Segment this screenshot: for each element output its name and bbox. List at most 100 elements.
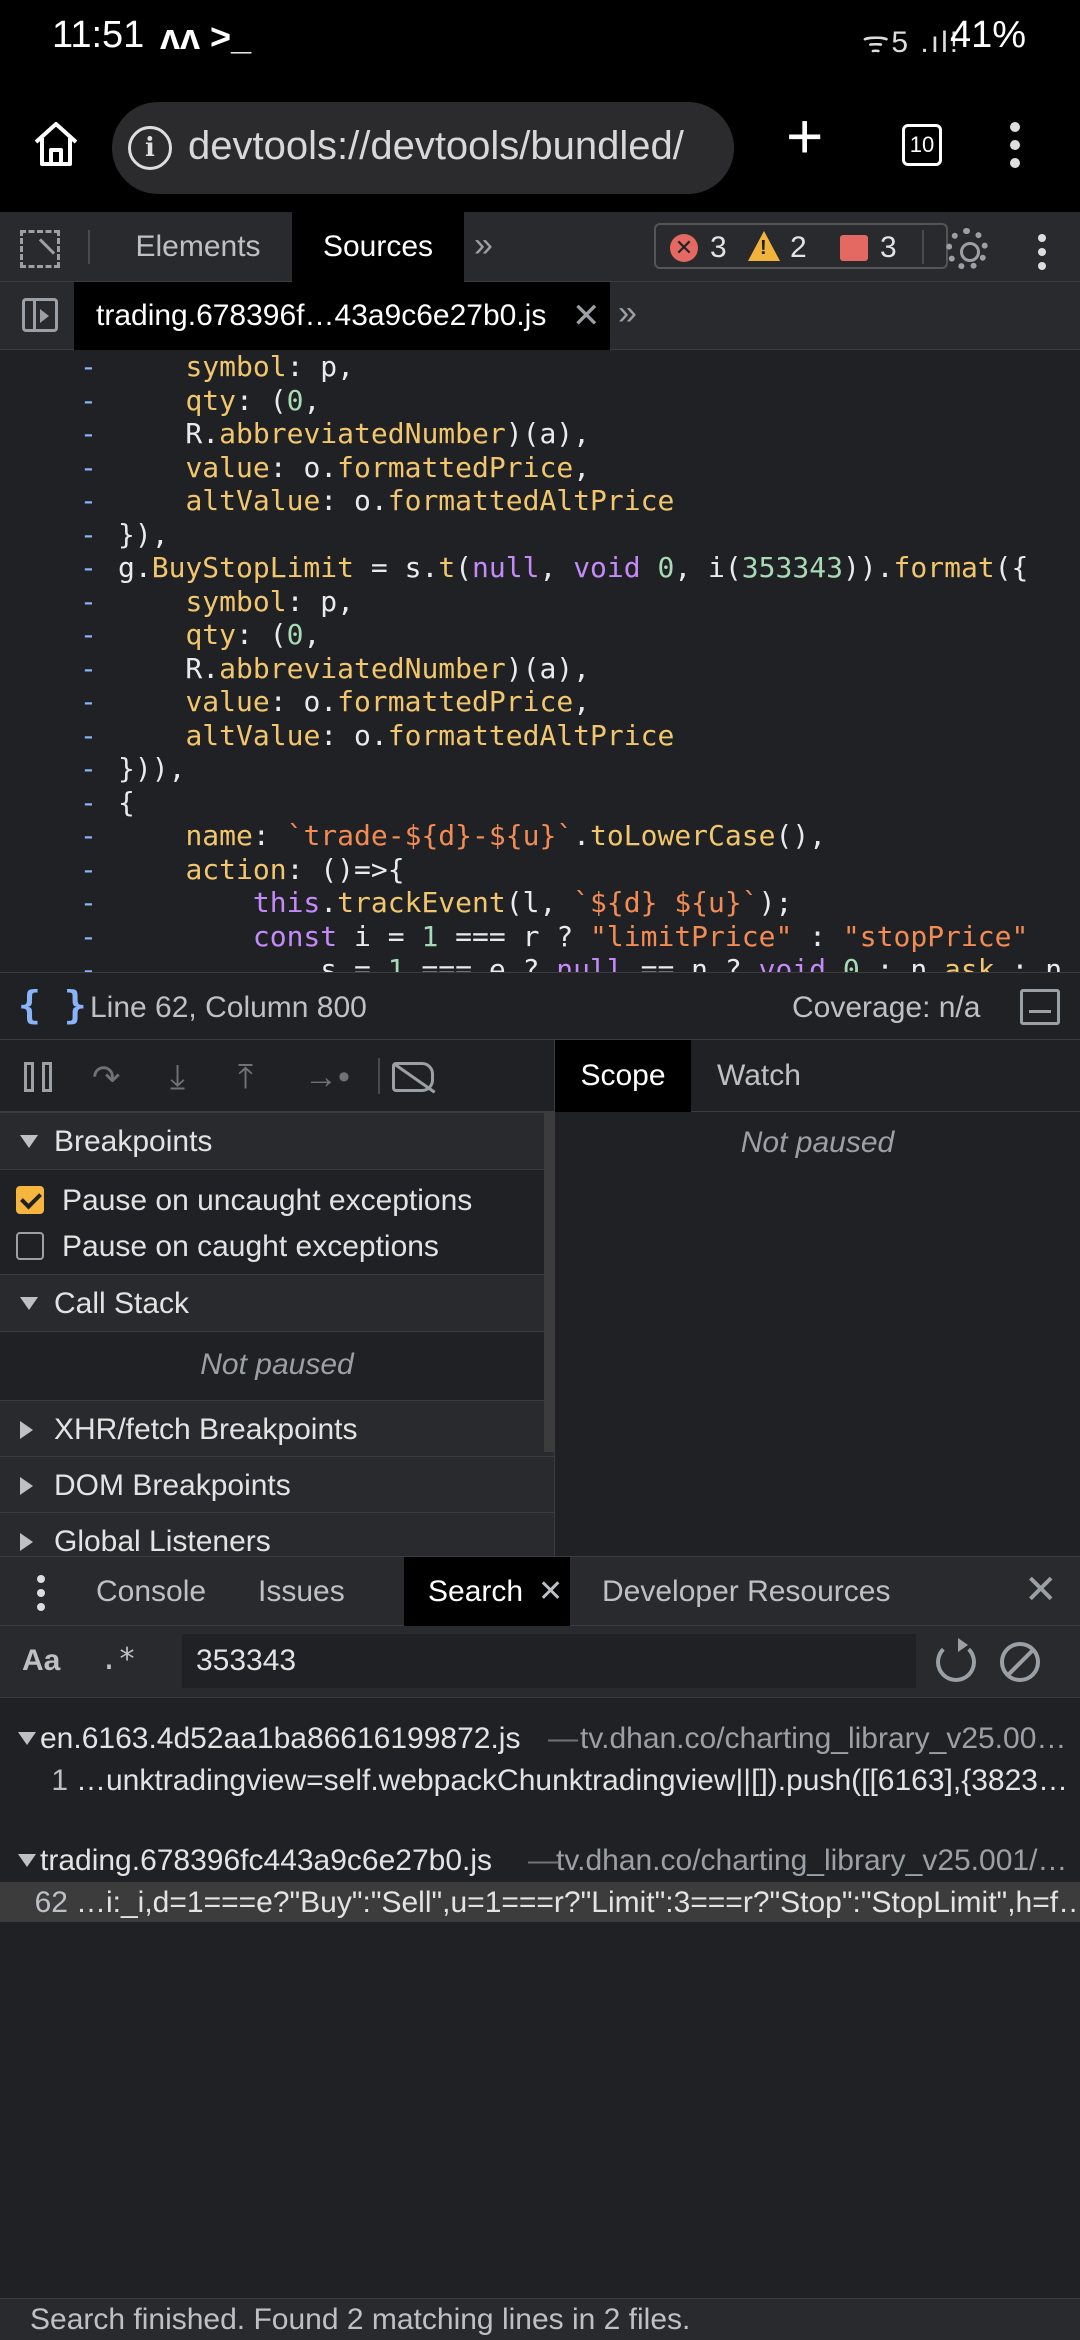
code-text: R.abbreviatedNumber)(a), [118, 417, 591, 450]
match-case-toggle[interactable]: Aa [22, 1644, 60, 1678]
search-summary: Search finished. Found 2 matching lines … [30, 2303, 691, 2336]
diff-marker: - [80, 685, 97, 718]
pause-uncaught-checkbox[interactable] [16, 1186, 44, 1214]
result-line-text: …unktradingview=self.webpackChunktrading… [76, 1764, 1068, 1797]
code-text: action: ()=>{ [185, 852, 405, 886]
coverage-status: Coverage: n/a [792, 991, 981, 1024]
tab-scope[interactable]: Scope [555, 1040, 691, 1112]
breakpoints-label: Breakpoints [54, 1125, 213, 1158]
code-text: , s = 1 === e ? null == n ? void 0 : n.a… [118, 953, 1063, 972]
url-text: devtools://devtools/bundled/ [188, 124, 684, 168]
issue-counters[interactable]: ✕ 3 ! 2 3 [654, 223, 948, 269]
result-file[interactable]: trading.678396fc443a9c6e27b0.js — tv.dha… [0, 1838, 1080, 1882]
tab-developer-resources[interactable]: Developer Resources [602, 1557, 890, 1627]
code-editor[interactable]: - symbol: p, - qty: (0, - R.abbreviatedNum… [0, 350, 1080, 972]
debugger-toolbar: ↷ ⤓ ⤒ →• [0, 1040, 554, 1112]
tab-search[interactable]: Search ✕ [404, 1557, 570, 1627]
code-text: value: o.formattedPrice, [185, 685, 591, 718]
divider: — [548, 1722, 578, 1755]
warning-count: 2 [790, 231, 807, 264]
editor-status-bar: { } Line 62, Column 800 Coverage: n/a [0, 972, 1080, 1040]
devtools-tabbar: Elements Sources » ✕ 3 ! 2 3 [0, 212, 1080, 282]
diff-marker: - [80, 919, 97, 953]
tab-switcher-button[interactable]: 10 [902, 124, 942, 166]
devtools-menu-icon[interactable] [1036, 232, 1048, 272]
scope-status: Not paused [740, 1126, 895, 1159]
drawer-tabbar: Console Issues Search ✕ Developer Resour… [0, 1556, 1080, 1627]
divider: — [528, 1844, 558, 1877]
new-tab-icon[interactable]: + [786, 104, 823, 168]
code-text: symbol: p, [185, 350, 355, 383]
file-tab-name: trading.678396f…43a9c6e27b0.js [96, 299, 547, 332]
close-search-tab-icon[interactable]: ✕ [538, 1557, 563, 1627]
result-file-name: en.6163.4d52aa1ba86616199872.js [40, 1722, 521, 1755]
diff-marker: - [80, 350, 97, 383]
settings-gear-icon[interactable] [946, 228, 988, 270]
code-text: altValue: o.formattedAltPrice [185, 484, 675, 517]
search-input[interactable] [182, 1634, 916, 1688]
pause-caught-row[interactable]: Pause on caught exceptions [0, 1224, 554, 1270]
debugger-sidebar: Breakpoints Pause on uncaught exceptions… [0, 1112, 554, 1556]
diff-marker: - [80, 785, 97, 819]
drawer-menu-icon[interactable] [36, 1573, 46, 1611]
pause-uncaught-row[interactable]: Pause on uncaught exceptions [0, 1178, 554, 1224]
call-stack-header[interactable]: Call Stack [0, 1274, 554, 1332]
breakpoints-header[interactable]: Breakpoints [0, 1112, 554, 1170]
xhr-breakpoints-header[interactable]: XHR/fetch Breakpoints [0, 1400, 554, 1458]
navigator-toggle-icon[interactable] [22, 298, 58, 332]
expand-icon [18, 1732, 36, 1745]
more-files-icon[interactable]: » [618, 294, 637, 333]
diff-marker: - [80, 584, 97, 618]
tab-watch[interactable]: Watch [691, 1040, 827, 1112]
collapse-icon [20, 1533, 33, 1551]
step-icon[interactable]: →• [304, 1058, 350, 1097]
file-tab[interactable]: trading.678396f…43a9c6e27b0.js ✕ [74, 282, 610, 350]
pause-caught-checbox[interactable] [16, 1232, 44, 1260]
dom-breakpoints-header[interactable]: DOM Breakpoints [0, 1456, 554, 1514]
result-line[interactable]: 62 …i:_i,d=1===e?"Buy":"Sell",u=1===r?"L… [0, 1882, 1080, 1922]
expand-icon [20, 1297, 38, 1310]
diff-marker: - [80, 450, 97, 484]
search-results: en.6163.4d52aa1ba86616199872.js — tv.dha… [0, 1698, 1080, 2298]
pause-icon[interactable] [24, 1062, 58, 1092]
search-toolbar: Aa .* [0, 1626, 1080, 1698]
site-info-icon[interactable]: i [128, 126, 172, 170]
tab-elements[interactable]: Elements [104, 212, 292, 282]
result-line[interactable]: 1 …unktradingview=self.webpackChunktradi… [0, 1760, 1080, 1800]
clear-search-icon[interactable] [1000, 1642, 1040, 1682]
home-icon[interactable] [30, 118, 82, 170]
call-stack-label: Call Stack [54, 1287, 190, 1320]
diff-marker: - [80, 852, 97, 886]
close-drawer-icon[interactable]: ✕ [1024, 1567, 1058, 1613]
refresh-icon[interactable] [936, 1638, 976, 1682]
deactivate-breakpoints-icon[interactable] [392, 1062, 434, 1092]
diff-marker: - [80, 886, 97, 919]
tab-issues[interactable]: Issues [258, 1557, 345, 1627]
toggle-drawer-icon[interactable] [1020, 989, 1060, 1025]
global-listeners-header[interactable]: Global Listeners [0, 1512, 554, 1556]
browser-menu-icon[interactable] [1000, 118, 1030, 178]
result-file[interactable]: en.6163.4d52aa1ba86616199872.js — tv.dha… [0, 1716, 1080, 1760]
close-tab-icon[interactable]: ✕ [572, 296, 601, 336]
code-text: name: `trade-${d}-${u}`.toLowerCase(), [185, 819, 827, 852]
diff-marker: - [80, 484, 97, 517]
result-file-name: trading.678396fc443a9c6e27b0.js [40, 1844, 493, 1877]
pretty-print-icon[interactable]: { } [18, 983, 87, 1027]
sidebar-scrollbar[interactable] [544, 1112, 554, 1452]
notification-icons: ᴧᴧ >_ [160, 16, 252, 57]
divider [922, 230, 924, 264]
tab-sources[interactable]: Sources [292, 212, 464, 282]
step-out-icon[interactable]: ⤒ [238, 1058, 253, 1097]
inspect-element-icon[interactable] [20, 230, 60, 268]
code-text: { [118, 785, 135, 819]
more-tabs-icon[interactable]: » [474, 226, 493, 265]
regex-toggle[interactable]: .* [100, 1642, 136, 1677]
step-over-icon[interactable]: ↷ [92, 1058, 121, 1098]
tab-console[interactable]: Console [96, 1557, 206, 1627]
address-bar[interactable]: i devtools://devtools/bundled/ [112, 102, 734, 194]
step-into-icon[interactable]: ⤓ [170, 1058, 185, 1097]
error-icon: ✕ [670, 234, 698, 262]
code-text: value: o.formattedPrice, [185, 450, 591, 484]
battery-level: 41% [950, 14, 1027, 56]
diff-marker: - [80, 718, 97, 752]
